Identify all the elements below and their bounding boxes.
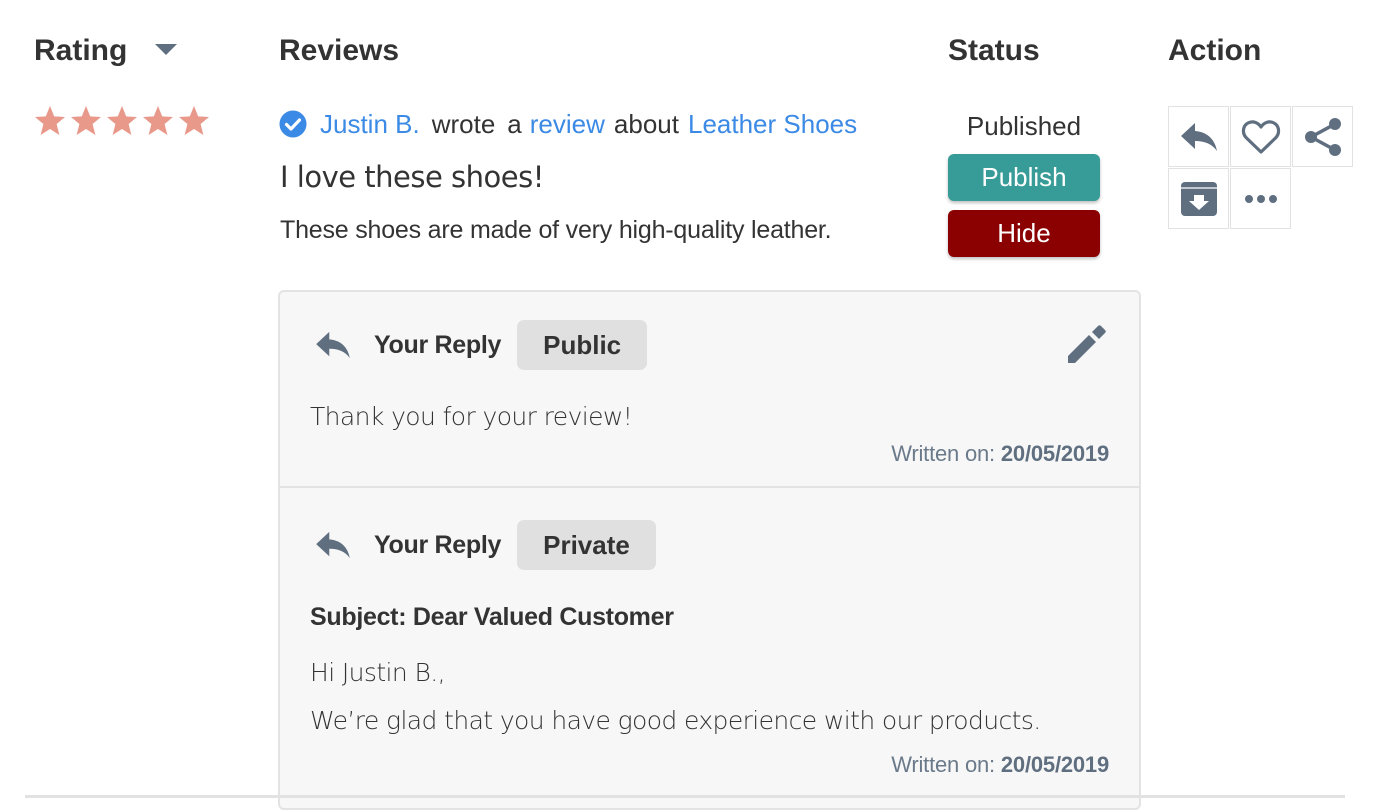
reply-icon xyxy=(316,331,350,359)
author-link[interactable]: Justin B. xyxy=(320,108,420,140)
reply-label: Your Reply xyxy=(374,530,502,559)
reply-subject: Subject: Dear Valued Customer xyxy=(310,603,674,631)
archive-action-button[interactable] xyxy=(1168,168,1229,229)
more-horizontal-icon xyxy=(1244,194,1277,203)
written-on-date: 20/05/2019 xyxy=(1000,752,1109,777)
reply-icon xyxy=(1180,122,1217,151)
review-title: I love these shoes! xyxy=(280,160,544,194)
star-icon xyxy=(179,106,209,135)
written-on: Written on: 20/05/2019 xyxy=(891,751,1109,779)
review-body: These shoes are made of very high-qualit… xyxy=(280,216,832,244)
visibility-badge: Private xyxy=(517,520,656,570)
about-text: about xyxy=(613,109,679,139)
reply-header-public: Your Reply Public xyxy=(314,320,648,370)
heart-outline-icon xyxy=(1241,119,1280,154)
reply-text: We’re glad that you have good experience… xyxy=(310,706,1041,735)
star-icon xyxy=(35,106,65,135)
status-label: Published xyxy=(966,111,1082,141)
written-on-label: Written on: xyxy=(891,752,995,777)
star-icon xyxy=(143,106,173,135)
reply-icon xyxy=(316,531,350,559)
column-header-rating[interactable]: Rating xyxy=(34,33,127,69)
archive-icon xyxy=(1180,181,1217,216)
column-header-reviews: Reviews xyxy=(279,34,400,67)
pencil-icon[interactable] xyxy=(1067,325,1106,364)
review-link[interactable]: review xyxy=(530,108,605,140)
check-circle-icon xyxy=(279,110,307,138)
written-on: Written on: 20/05/2019 xyxy=(891,440,1109,468)
column-header-action: Action xyxy=(1168,34,1262,67)
column-header-status: Status xyxy=(948,34,1040,67)
visibility-badge: Public xyxy=(517,320,648,370)
wrote-text: wrote xyxy=(431,109,496,139)
share-action-button[interactable] xyxy=(1292,106,1353,167)
reply-header-private: Your Reply Private xyxy=(314,520,656,570)
star-rating xyxy=(32,104,212,138)
caret-down-icon[interactable] xyxy=(155,44,177,55)
reply-label: Your Reply xyxy=(374,330,502,359)
star-icon xyxy=(107,106,137,135)
hide-button[interactable]: Hide xyxy=(948,210,1100,257)
article-text: a xyxy=(507,109,522,139)
reply-divider xyxy=(280,486,1139,488)
written-on-date: 20/05/2019 xyxy=(1000,441,1109,466)
star-icon xyxy=(71,106,101,135)
share-icon xyxy=(1304,117,1341,156)
review-meta: Justin B. wrote a review about Leather S… xyxy=(279,108,857,140)
product-link[interactable]: Leather Shoes xyxy=(688,108,857,140)
reply-action-button[interactable] xyxy=(1168,106,1229,167)
row-divider xyxy=(25,795,1345,798)
reply-greeting: Hi Justin B., xyxy=(310,658,446,687)
reply-text: Thank you for your review! xyxy=(310,402,633,431)
more-action-button[interactable] xyxy=(1230,168,1291,229)
written-on-label: Written on: xyxy=(891,441,995,466)
publish-button[interactable]: Publish xyxy=(948,154,1100,201)
like-action-button[interactable] xyxy=(1230,106,1291,167)
